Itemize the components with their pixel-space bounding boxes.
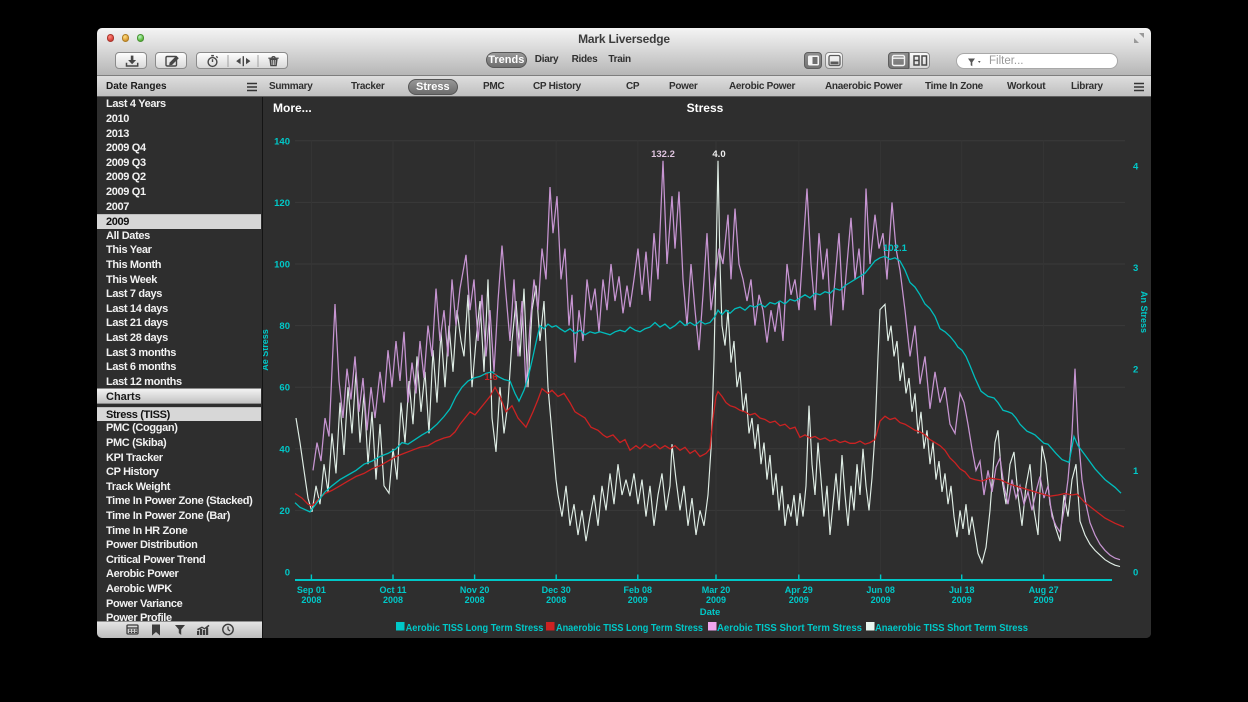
svg-text:Jun 08: Jun 08: [866, 585, 895, 595]
svg-text:2008: 2008: [465, 595, 485, 605]
svg-text:2009: 2009: [1034, 595, 1054, 605]
svg-text:80: 80: [279, 321, 290, 332]
svg-text:2009: 2009: [706, 595, 726, 605]
svg-text:140: 140: [274, 136, 290, 147]
svg-text:0: 0: [285, 568, 290, 579]
svg-text:Aug 27: Aug 27: [1029, 585, 1059, 595]
svg-text:1.6: 1.6: [484, 372, 497, 383]
svg-text:Ae Stress: Ae Stress: [263, 329, 270, 371]
svg-text:Apr 29: Apr 29: [785, 585, 813, 595]
svg-text:0: 0: [1133, 568, 1138, 579]
svg-text:Stress: Stress: [687, 101, 724, 115]
svg-text:2009: 2009: [628, 595, 648, 605]
svg-text:Aerobic TISS Short Term Stress: Aerobic TISS Short Term Stress: [717, 622, 862, 634]
svg-text:102.1: 102.1: [883, 243, 907, 254]
svg-text:120: 120: [274, 198, 290, 209]
svg-text:2008: 2008: [546, 595, 566, 605]
svg-text:20: 20: [279, 506, 290, 517]
svg-text:2009: 2009: [789, 595, 809, 605]
svg-text:3: 3: [1133, 263, 1138, 274]
svg-text:An Stress: An Stress: [1139, 291, 1149, 333]
svg-text:60: 60: [279, 383, 290, 394]
svg-text:4.0: 4.0: [712, 149, 725, 160]
svg-text:Date: Date: [700, 607, 721, 618]
svg-text:4: 4: [1133, 162, 1139, 173]
svg-text:1: 1: [1133, 466, 1139, 477]
svg-text:2008: 2008: [383, 595, 403, 605]
svg-text:2: 2: [1133, 365, 1138, 376]
svg-text:Aerobic TISS Long Term Stress: Aerobic TISS Long Term Stress: [406, 622, 544, 634]
svg-text:Sep 01: Sep 01: [297, 585, 326, 595]
svg-text:Oct 11: Oct 11: [379, 585, 406, 595]
svg-text:More...: More...: [273, 101, 312, 115]
svg-text:2009: 2009: [952, 595, 972, 605]
svg-text:Nov 20: Nov 20: [460, 585, 490, 595]
svg-text:132.2: 132.2: [651, 149, 675, 160]
svg-text:Dec 30: Dec 30: [542, 585, 571, 595]
svg-text:2009: 2009: [871, 595, 891, 605]
svg-text:Anaerobic TISS Long Term Stres: Anaerobic TISS Long Term Stress: [556, 622, 703, 634]
svg-text:100: 100: [274, 260, 290, 271]
svg-text:2008: 2008: [301, 595, 321, 605]
svg-text:40: 40: [279, 444, 290, 455]
svg-text:Feb 08: Feb 08: [624, 585, 653, 595]
svg-text:Anaerobic TISS Short Term Stre: Anaerobic TISS Short Term Stress: [875, 622, 1028, 634]
svg-text:Mar 20: Mar 20: [702, 585, 731, 595]
svg-text:Jul 18: Jul 18: [949, 585, 975, 595]
